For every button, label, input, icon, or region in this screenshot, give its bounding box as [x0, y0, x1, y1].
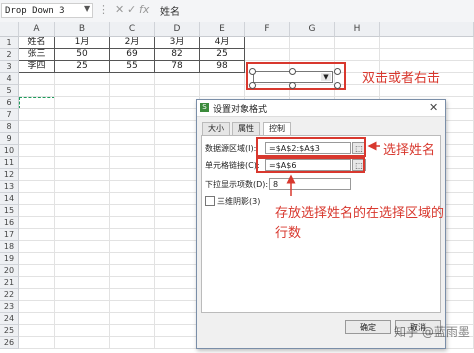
- watermark-logo: 知乎 @蓝雨墨: [394, 325, 470, 339]
- annotation-arrows: [286, 141, 380, 196]
